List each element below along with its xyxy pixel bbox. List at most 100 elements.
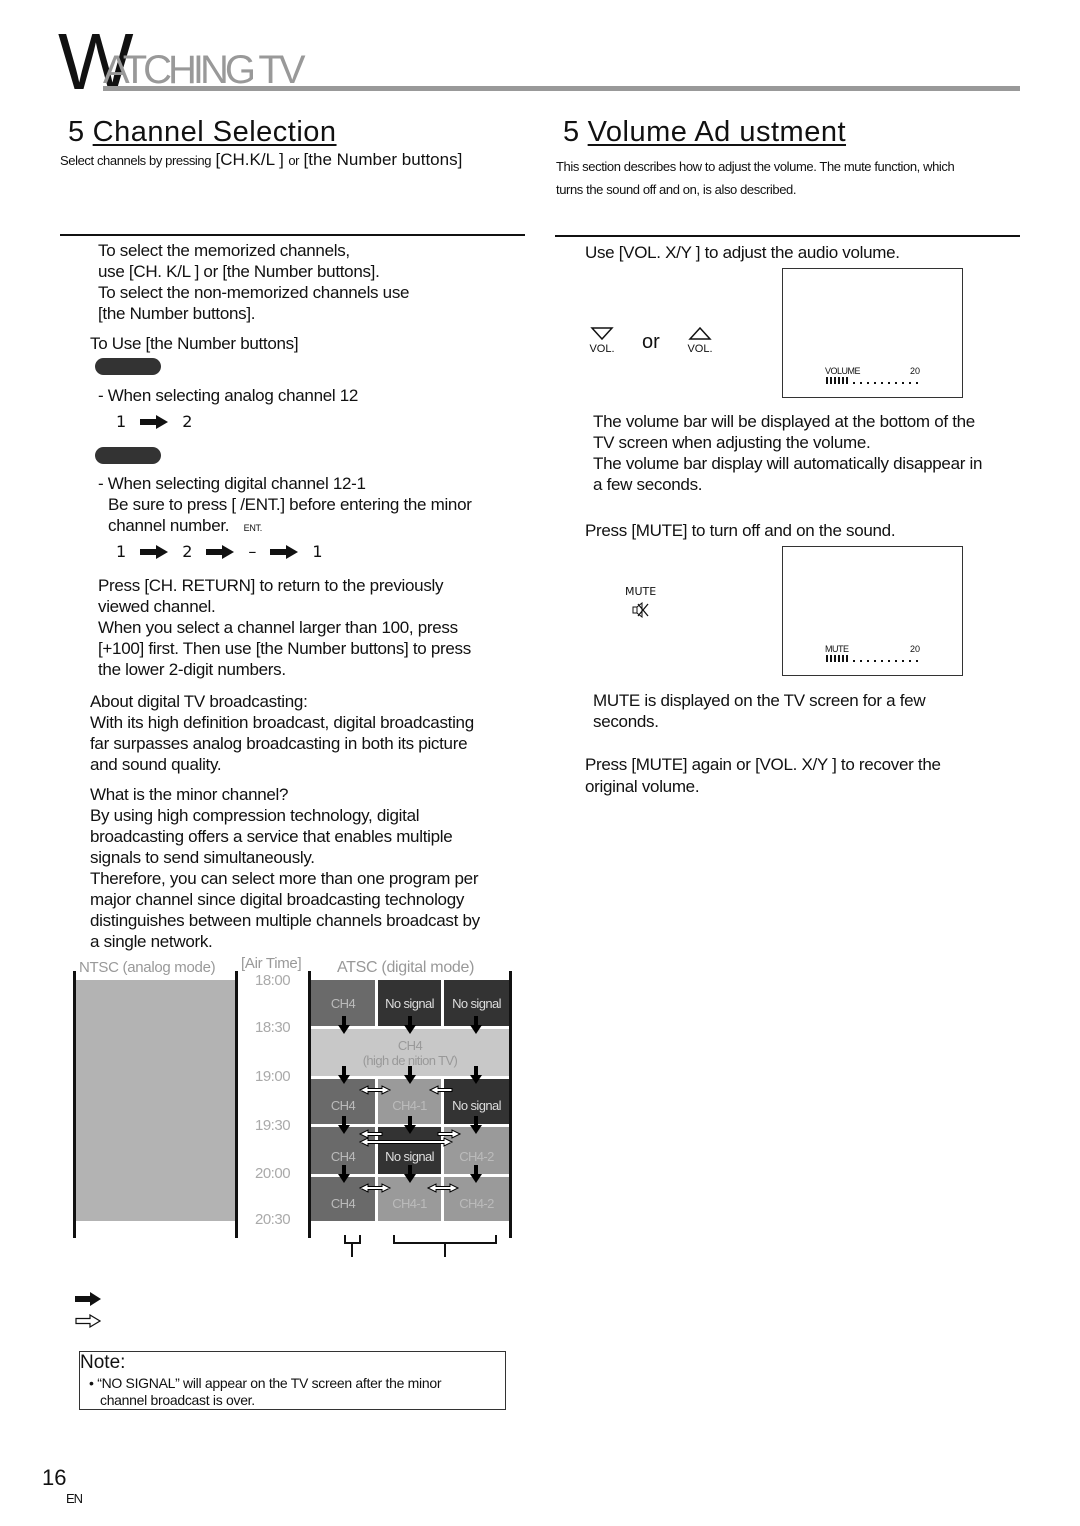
analog-example-label: - When selecting analog channel 12 bbox=[98, 386, 359, 405]
vol-up-button[interactable]: VOL. bbox=[685, 326, 715, 355]
memorized-channels-paragraph: To select the memorized channels, use [C… bbox=[98, 241, 410, 323]
mute-button-label: MUTE bbox=[625, 585, 657, 598]
note-box: Note: • “NO SIGNAL” will appear on the T… bbox=[79, 1351, 506, 1410]
tv-screen-volume: VOLUME 20 bbox=[782, 268, 963, 398]
section-number: 5 bbox=[563, 116, 580, 148]
vol-up-label: VOL. bbox=[687, 343, 713, 355]
volume-bar-segment-empty bbox=[881, 382, 883, 384]
section-divider bbox=[555, 235, 1020, 237]
language-code: EN bbox=[66, 1491, 83, 1506]
volume-bar-segment-empty bbox=[860, 660, 862, 662]
arrow-right-outline-icon bbox=[437, 1129, 461, 1139]
volume-bar-segment-empty bbox=[874, 660, 876, 662]
arrow-down-icon bbox=[470, 1016, 482, 1034]
volume-bar-segment-filled bbox=[834, 655, 836, 662]
volume-bar-segment-filled bbox=[842, 377, 844, 384]
page-number: 16 bbox=[42, 1465, 67, 1490]
key-2: 2 bbox=[182, 412, 193, 431]
volume-bar-segment-empty bbox=[888, 660, 890, 662]
volume-bar-segment-empty bbox=[874, 382, 876, 384]
osd-mute-label: MUTE bbox=[825, 644, 849, 654]
time-label: 18:00 bbox=[255, 972, 291, 989]
volume-adjustment-title: 5 Volume Ad ustment bbox=[563, 115, 846, 149]
vol-down-label: VOL. bbox=[589, 343, 615, 355]
volume-bar-segment-filled bbox=[830, 655, 832, 662]
double-arrow-icon bbox=[427, 1183, 459, 1193]
arrow-down-icon bbox=[404, 1116, 416, 1134]
arrow-down-icon bbox=[338, 1066, 350, 1084]
volume-bar-segment-empty bbox=[895, 382, 897, 384]
arrow-right-icon bbox=[140, 414, 169, 429]
section-divider bbox=[60, 234, 525, 236]
analog-badge bbox=[95, 358, 161, 375]
arrow-right-icon bbox=[206, 544, 235, 559]
volume-bar-segment-empty bbox=[853, 382, 855, 384]
volume-bar-segment-empty bbox=[867, 660, 869, 662]
arrow-down-icon bbox=[470, 1116, 482, 1134]
about-digital-section: About digital TV broadcasting: With its … bbox=[90, 692, 474, 774]
minor-channel-section: What is the minor channel? By using high… bbox=[90, 785, 480, 951]
arrow-down-icon bbox=[338, 1016, 350, 1034]
volume-bar-segment-filled bbox=[826, 655, 828, 662]
ch-return-paragraph: Press [CH. RETURN] to return to the prev… bbox=[98, 576, 471, 679]
note-title: Note: bbox=[80, 1352, 126, 1373]
header-rule bbox=[103, 86, 1020, 91]
volume-bar-segment-empty bbox=[860, 382, 862, 384]
digital-badge bbox=[95, 447, 161, 464]
arrow-down-icon bbox=[470, 1066, 482, 1084]
about-digital-heading: About digital TV broadcasting: bbox=[90, 692, 308, 711]
osd-mute-value: 20 bbox=[910, 644, 921, 654]
digital-example: - When selecting digital channel 12-1 Be… bbox=[98, 474, 472, 535]
double-arrow-icon bbox=[359, 1183, 391, 1193]
arrow-right-icon bbox=[140, 544, 169, 559]
tv-screen-mute: MUTE 20 bbox=[782, 546, 963, 676]
volume-bar-segment-filled bbox=[846, 655, 848, 662]
volume-bar-segment-empty bbox=[909, 382, 911, 384]
section-title-text: Channel Selection bbox=[92, 116, 337, 148]
volume-bar-segment-empty bbox=[902, 382, 904, 384]
triangle-down-icon bbox=[590, 327, 614, 341]
ent-label: ENT. bbox=[243, 523, 263, 533]
volume-step-1-notes: The volume bar will be displayed at the … bbox=[593, 412, 983, 494]
volume-bar-segment-empty bbox=[902, 660, 904, 662]
arrow-down-icon bbox=[404, 1066, 416, 1084]
analog-channel-block bbox=[76, 980, 235, 1221]
section-number: 5 bbox=[68, 116, 85, 148]
volume-bar-segment-filled bbox=[834, 377, 836, 384]
volume-bar bbox=[826, 655, 918, 662]
channel-selection-intro: Select channels by pressing [CH.K/L ] or… bbox=[60, 150, 463, 169]
volume-bar-segment-empty bbox=[853, 660, 855, 662]
volume-bar-segment-filled bbox=[826, 377, 828, 384]
volume-step-3: Press [MUTE] again or [VOL. X/Y ] to rec… bbox=[585, 755, 941, 796]
arrow-down-icon bbox=[404, 1016, 416, 1034]
solid-arrow-legend-icon bbox=[75, 1292, 101, 1306]
arrow-down-icon bbox=[338, 1116, 350, 1134]
mute-button[interactable]: MUTE bbox=[625, 585, 656, 623]
header-title: ATCHING TV bbox=[103, 48, 306, 92]
key-1: 1 bbox=[116, 412, 127, 431]
volume-bar-segment-empty bbox=[895, 660, 897, 662]
minor-channel-bracket bbox=[393, 1235, 497, 1257]
time-label: 19:30 bbox=[255, 1117, 291, 1134]
double-arrow-icon bbox=[359, 1085, 391, 1095]
volume-bar-segment-filled bbox=[842, 655, 844, 662]
arrow-left-outline-icon bbox=[429, 1085, 453, 1095]
digital-key-sequence: 1 2 – 1 bbox=[116, 542, 323, 561]
time-label: 20:00 bbox=[255, 1165, 291, 1182]
volume-step-1: Use [VOL. X/Y ] to adjust the audio volu… bbox=[585, 243, 900, 262]
volume-bar-segment-filled bbox=[838, 655, 840, 662]
volume-bar-segment-empty bbox=[916, 660, 918, 662]
major-channel-bracket bbox=[344, 1235, 361, 1257]
osd-volume-value: 20 bbox=[910, 366, 921, 376]
volume-intro: This section describes how to adjust the… bbox=[556, 159, 955, 197]
arrow-down-icon bbox=[470, 1165, 482, 1183]
time-label: 20:30 bbox=[255, 1211, 291, 1228]
arrow-down-icon bbox=[338, 1165, 350, 1183]
volume-bar bbox=[826, 377, 918, 384]
vol-down-button[interactable]: VOL. bbox=[587, 327, 617, 355]
channel-selection-title: 5 Channel Selection bbox=[68, 115, 337, 149]
volume-bar-segment-filled bbox=[838, 377, 840, 384]
section-title-text: Volume Ad ustment bbox=[587, 116, 847, 148]
volume-bar-segment-empty bbox=[888, 382, 890, 384]
transition-arrows bbox=[338, 1016, 497, 1257]
